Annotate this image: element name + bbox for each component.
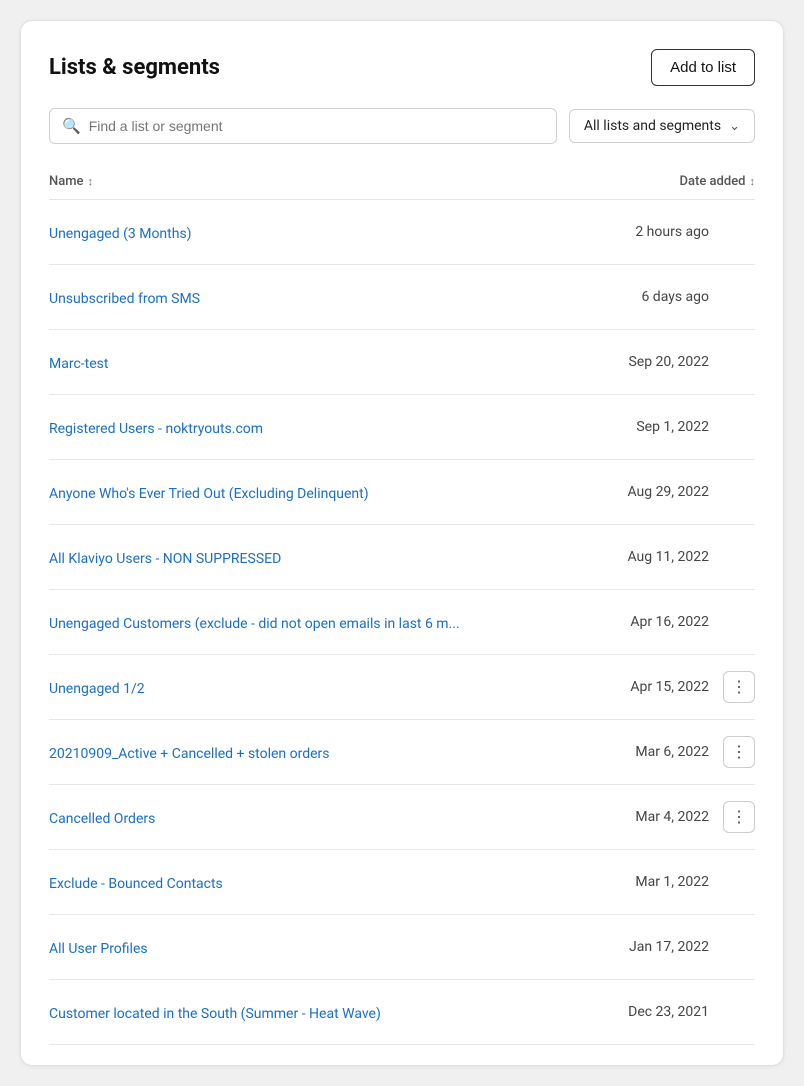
table-header: Name ↕ Date added ↕	[49, 168, 755, 200]
table-row: Unengaged 1/2 Apr 15, 2022 ⋮	[49, 655, 755, 720]
row-name-link[interactable]: Anyone Who's Ever Tried Out (Excluding D…	[49, 486, 369, 502]
row-date: 6 days ago	[599, 289, 709, 305]
row-right: Apr 16, 2022	[599, 606, 755, 638]
row-name-link[interactable]: Unsubscribed from SMS	[49, 291, 200, 307]
table-row: Marc-test Sep 20, 2022	[49, 330, 755, 395]
filter-dropdown[interactable]: All lists and segments ⌄	[569, 109, 755, 143]
row-name: All User Profiles	[49, 938, 148, 957]
table-row: Exclude - Bounced Contacts Mar 1, 2022	[49, 850, 755, 915]
row-date: Mar 4, 2022	[599, 809, 709, 825]
table-body: Unengaged (3 Months) 2 hours ago Unsubscri…	[49, 200, 755, 1045]
row-name: Unsubscribed from SMS	[49, 288, 200, 307]
row-right: Apr 15, 2022 ⋮	[599, 671, 755, 703]
row-date: Aug 11, 2022	[599, 549, 709, 565]
page-header: Lists & segments Add to list	[49, 49, 755, 86]
row-name-link[interactable]: Unengaged 1/2	[49, 681, 145, 697]
row-date: Mar 1, 2022	[599, 874, 709, 890]
table-row: Unsubscribed from SMS 6 days ago	[49, 265, 755, 330]
page-title: Lists & segments	[49, 55, 220, 80]
col-date-header[interactable]: Date added ↕	[680, 174, 755, 189]
kebab-menu-button[interactable]: ⋮	[723, 671, 755, 703]
row-date: Mar 6, 2022	[599, 744, 709, 760]
search-input[interactable]	[89, 118, 544, 134]
row-name: Marc-test	[49, 353, 108, 372]
col-name-header[interactable]: Name ↕	[49, 174, 93, 189]
row-name-link[interactable]: 20210909_Active + Cancelled + stolen ord…	[49, 746, 330, 762]
row-right: Mar 4, 2022 ⋮	[599, 801, 755, 833]
row-name-link[interactable]: Unengaged Customers (exclude - did not o…	[49, 616, 460, 632]
kebab-menu-button[interactable]: ⋮	[723, 736, 755, 768]
row-name: Registered Users - noktryouts.com	[49, 418, 263, 437]
row-name: Unengaged Customers (exclude - did not o…	[49, 613, 460, 632]
row-right: Aug 29, 2022	[599, 476, 755, 508]
row-name-link[interactable]: Customer located in the South (Summer - …	[49, 1006, 381, 1022]
lists-segments-card: Lists & segments Add to list 🔍 All lists…	[20, 20, 784, 1066]
row-name-link[interactable]: Unengaged (3 Months)	[49, 226, 192, 242]
row-date: Aug 29, 2022	[599, 484, 709, 500]
table-row: All User Profiles Jan 17, 2022	[49, 915, 755, 980]
row-name: All Klaviyo Users - NON SUPPRESSED	[49, 548, 281, 567]
row-name-link[interactable]: Registered Users - noktryouts.com	[49, 421, 263, 437]
table-row: Customer located in the South (Summer - …	[49, 980, 755, 1045]
row-name-link[interactable]: Exclude - Bounced Contacts	[49, 876, 223, 892]
row-name-link[interactable]: All User Profiles	[49, 941, 148, 957]
table-row: Cancelled Orders Mar 4, 2022 ⋮	[49, 785, 755, 850]
table-row: All Klaviyo Users - NON SUPPRESSED Aug 11…	[49, 525, 755, 590]
row-date: Jan 17, 2022	[599, 939, 709, 955]
row-date: 2 hours ago	[599, 224, 709, 240]
row-date: Apr 15, 2022	[599, 679, 709, 695]
row-date: Apr 16, 2022	[599, 614, 709, 630]
row-right: Dec 23, 2021	[599, 996, 755, 1028]
table-row: 20210909_Active + Cancelled + stolen ord…	[49, 720, 755, 785]
row-date: Dec 23, 2021	[599, 1004, 709, 1020]
date-sort-icon: ↕	[750, 175, 756, 188]
name-sort-icon: ↕	[88, 175, 94, 188]
filter-label: All lists and segments	[584, 118, 721, 134]
row-name-link[interactable]: Marc-test	[49, 356, 108, 372]
table-row: Unengaged (3 Months) 2 hours ago	[49, 200, 755, 265]
row-name: Cancelled Orders	[49, 808, 155, 827]
row-right: 6 days ago	[599, 281, 755, 313]
search-box[interactable]: 🔍	[49, 108, 557, 144]
table-row: Registered Users - noktryouts.com Sep 1, …	[49, 395, 755, 460]
row-name: Unengaged 1/2	[49, 678, 145, 697]
table-row: Anyone Who's Ever Tried Out (Excluding D…	[49, 460, 755, 525]
row-right: Mar 1, 2022	[599, 866, 755, 898]
search-icon: 🔍	[62, 117, 81, 135]
row-name: Anyone Who's Ever Tried Out (Excluding D…	[49, 483, 369, 502]
row-right: Sep 1, 2022	[599, 411, 755, 443]
row-name: 20210909_Active + Cancelled + stolen ord…	[49, 743, 330, 762]
row-name: Unengaged (3 Months)	[49, 223, 192, 242]
row-right: Sep 20, 2022	[599, 346, 755, 378]
table-row: Unengaged Customers (exclude - did not o…	[49, 590, 755, 655]
row-name: Exclude - Bounced Contacts	[49, 873, 223, 892]
chevron-down-icon: ⌄	[729, 119, 740, 134]
row-right: Aug 11, 2022	[599, 541, 755, 573]
row-name-link[interactable]: All Klaviyo Users - NON SUPPRESSED	[49, 551, 281, 567]
add-to-list-button[interactable]: Add to list	[651, 49, 755, 86]
row-date: Sep 1, 2022	[599, 419, 709, 435]
kebab-menu-button[interactable]: ⋮	[723, 801, 755, 833]
row-right: 2 hours ago	[599, 216, 755, 248]
row-right: Mar 6, 2022 ⋮	[599, 736, 755, 768]
row-right: Jan 17, 2022	[599, 931, 755, 963]
row-name: Customer located in the South (Summer - …	[49, 1003, 381, 1022]
row-date: Sep 20, 2022	[599, 354, 709, 370]
row-name-link[interactable]: Cancelled Orders	[49, 811, 155, 827]
toolbar: 🔍 All lists and segments ⌄	[49, 108, 755, 144]
